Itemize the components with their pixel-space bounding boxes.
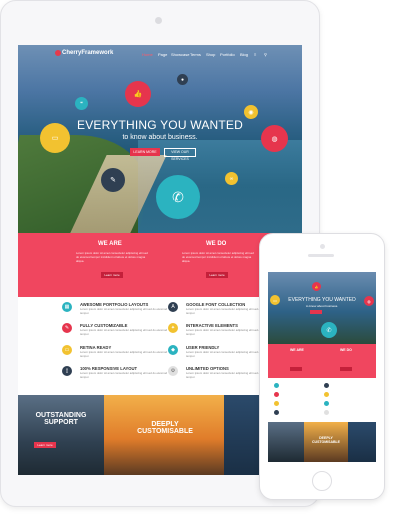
- feature-desc: Lorem ipsum dolor sit amet consectetur a…: [80, 307, 168, 315]
- phone-we-do: WE DO: [340, 348, 352, 352]
- we-do-heading: WE DO: [206, 241, 227, 247]
- phone-home-button[interactable]: [312, 471, 332, 491]
- phone-feature-icon: [274, 401, 279, 406]
- phone-feature-icon: [274, 392, 279, 397]
- feature-desc: Lorem ipsum dolor sit amet consectetur a…: [80, 371, 168, 379]
- phone-phone-icon: ✆: [321, 322, 337, 338]
- phone-deeply-title: DEEPLY CUSTOMISABLE: [312, 436, 340, 444]
- camera-icon: ◉: [244, 105, 258, 119]
- phone-feature-icon: [274, 383, 279, 388]
- phone-hero-title: EVERYTHING YOU WANTED: [288, 297, 356, 303]
- drop-icon: ◆: [168, 345, 178, 355]
- hero-section: CherryFramework Home Page Showcase Terms…: [18, 45, 302, 245]
- phone-we-do-button[interactable]: [340, 367, 352, 371]
- nav-item-terms[interactable]: Terms: [190, 52, 201, 57]
- deeply-customisable-title: DEEPLY CUSTOMISABLE: [137, 421, 193, 435]
- search-icon[interactable]: ⚲: [264, 52, 267, 57]
- phone-feature-icon: [274, 410, 279, 415]
- nav-item-shop[interactable]: Shop: [206, 52, 215, 57]
- phone-feature-icon: [324, 392, 329, 397]
- nav-item-home[interactable]: Home: [142, 52, 153, 57]
- phone-icon: ✆: [156, 175, 200, 219]
- chat-icon: ●: [177, 74, 188, 85]
- we-are-heading: WE ARE: [98, 241, 122, 247]
- quote-icon: ❝: [75, 97, 88, 110]
- phone-feature-icon: [324, 410, 329, 415]
- phone-we-are-button[interactable]: [290, 367, 302, 371]
- nav-item-blog[interactable]: Blog: [240, 52, 248, 57]
- nav-item-page[interactable]: Page: [158, 52, 167, 57]
- outstanding-button[interactable]: Learn more: [34, 442, 56, 448]
- outstanding-support-photo: [18, 395, 104, 475]
- thumbs-up-icon: 👍: [125, 81, 151, 107]
- menu-icon[interactable]: ≡: [254, 52, 256, 57]
- nav-item-showcase[interactable]: Showcase: [171, 52, 189, 57]
- phone-frame: 👍 ▭ ◍ ✆ EVERYTHING YOU WANTED to know ab…: [259, 233, 385, 500]
- we-are-button[interactable]: Learn more: [101, 272, 123, 278]
- hero-title: EVERYTHING YOU WANTED: [76, 118, 243, 132]
- edit-icon: ✎: [101, 168, 125, 192]
- grid-icon: ▦: [62, 302, 72, 312]
- font-icon: A: [168, 302, 178, 312]
- monitor-icon: ▭: [62, 345, 72, 355]
- phone-photo-one: [268, 422, 304, 462]
- view-services-button[interactable]: VIEW OUR SERVICES: [164, 148, 196, 161]
- phone-feature-icon: [324, 401, 329, 406]
- phone-we-are: WE ARE: [290, 348, 304, 352]
- brush-icon: ✎: [62, 323, 72, 333]
- brand-logo[interactable]: CherryFramework: [62, 50, 113, 56]
- phone-thumbs-up-icon: 👍: [312, 282, 321, 291]
- hero-subtitle: to know about business.: [122, 134, 198, 141]
- learn-more-button[interactable]: LEARN MORE: [130, 148, 160, 156]
- phone-hero-subtitle: to know about business.: [305, 304, 339, 308]
- feature-desc: Lorem ipsum dolor sit amet consectetur a…: [80, 328, 168, 336]
- cherry-logo-icon: [55, 50, 61, 56]
- phone-feature-icon: [324, 383, 329, 388]
- outstanding-support-title: OUTSTANDING SUPPORT: [35, 412, 87, 426]
- phone-screen: 👍 ▭ ◍ ✆ EVERYTHING YOU WANTED to know ab…: [268, 272, 376, 462]
- mobile-icon: ▯: [62, 366, 72, 376]
- we-are-text: Lorem ipsum dolor sit amet consectetur a…: [76, 251, 148, 263]
- phone-camera: [320, 244, 325, 249]
- bulb-icon: ✦: [168, 323, 178, 333]
- nav-item-portfolio[interactable]: Portfolio: [220, 52, 235, 57]
- phone-speaker: [308, 254, 334, 257]
- phone-band: [268, 344, 376, 378]
- we-do-text: Lorem ipsum dolor sit amet consectetur a…: [182, 251, 254, 263]
- link-icon: ∞: [225, 172, 238, 185]
- deeply-customisable-photo: [104, 395, 224, 475]
- phone-learn-more-button[interactable]: [310, 310, 322, 314]
- tablet-camera: [155, 17, 162, 24]
- gear-icon: ⚙: [168, 366, 178, 376]
- phone-photo-three: [348, 422, 376, 462]
- feature-desc: Lorem ipsum dolor sit amet consectetur a…: [80, 350, 168, 358]
- we-do-button[interactable]: Learn more: [206, 272, 228, 278]
